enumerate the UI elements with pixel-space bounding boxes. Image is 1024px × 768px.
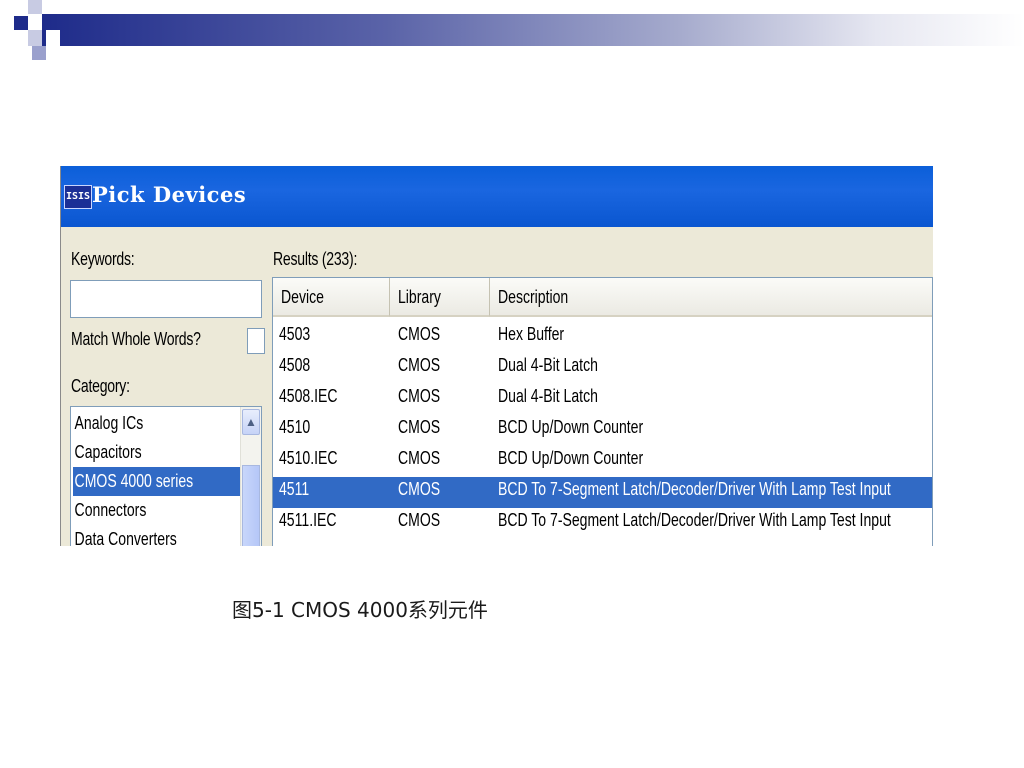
library-cell: CMOS bbox=[398, 479, 441, 499]
category-item-cmos-4000-series[interactable]: CMOS 4000 series bbox=[73, 467, 241, 496]
table-row[interactable]: 4508 CMOS Dual 4-Bit Latch bbox=[273, 353, 932, 384]
device-cell: 4511 bbox=[279, 479, 310, 499]
pick-devices-dialog: ISIS Pick Devices Keywords: Match Whole … bbox=[60, 166, 933, 546]
description-cell: BCD To 7-Segment Latch/Decoder/Driver Wi… bbox=[498, 510, 891, 530]
device-cell: 4503 bbox=[279, 324, 311, 344]
slide-header-decoration bbox=[0, 0, 1024, 60]
category-scrollbar[interactable]: ▲ bbox=[240, 407, 261, 546]
description-cell: Hex Buffer bbox=[498, 324, 565, 344]
device-cell: 4510.IEC bbox=[279, 448, 338, 468]
device-cell: 4510 bbox=[279, 417, 311, 437]
results-table[interactable]: Device Library Description 4503 CMOS Hex… bbox=[272, 277, 933, 546]
device-cell: 4508 bbox=[279, 355, 311, 375]
description-cell: BCD Up/Down Counter bbox=[498, 417, 644, 437]
deco-square bbox=[32, 46, 46, 60]
match-whole-words-label: Match Whole Words? bbox=[71, 329, 201, 349]
scroll-up-arrow-icon[interactable]: ▲ bbox=[242, 409, 260, 435]
deco-square bbox=[28, 30, 42, 46]
keywords-input[interactable] bbox=[70, 280, 262, 318]
device-cell: 4508.IEC bbox=[279, 386, 338, 406]
description-cell: BCD Up/Down Counter bbox=[498, 448, 644, 468]
results-label: Results (233): bbox=[273, 249, 358, 269]
category-listbox[interactable]: Analog ICs Capacitors CMOS 4000 series C… bbox=[70, 406, 262, 546]
category-scroll-thumb[interactable] bbox=[242, 465, 260, 546]
library-cell: CMOS bbox=[398, 324, 441, 344]
isis-app-icon: ISIS bbox=[64, 185, 92, 209]
dialog-title: Pick Devices bbox=[92, 182, 247, 207]
description-cell: Dual 4-Bit Latch bbox=[498, 386, 598, 406]
table-row[interactable]: 4510 CMOS BCD Up/Down Counter bbox=[273, 415, 932, 446]
library-cell: CMOS bbox=[398, 355, 441, 375]
match-whole-words-checkbox[interactable] bbox=[247, 328, 265, 354]
table-row[interactable]: 4511.IEC CMOS BCD To 7-Segment Latch/Dec… bbox=[273, 508, 932, 539]
keywords-label: Keywords: bbox=[71, 249, 135, 269]
library-cell: CMOS bbox=[398, 417, 441, 437]
category-item-connectors[interactable]: Connectors bbox=[73, 496, 241, 525]
deco-square bbox=[60, 0, 78, 14]
category-item-capacitors[interactable]: Capacitors bbox=[73, 438, 241, 467]
library-cell: CMOS bbox=[398, 386, 441, 406]
deco-square bbox=[14, 16, 28, 30]
description-cell: Dual 4-Bit Latch bbox=[498, 355, 598, 375]
description-cell: BCD To 7-Segment Latch/Decoder/Driver Wi… bbox=[498, 479, 891, 499]
device-cell: 4511.IEC bbox=[279, 510, 337, 530]
table-row-selected[interactable]: 4511 CMOS BCD To 7-Segment Latch/Decoder… bbox=[273, 477, 932, 508]
deco-square bbox=[28, 0, 42, 14]
category-item-analog-ics[interactable]: Analog ICs bbox=[73, 409, 241, 438]
library-cell: CMOS bbox=[398, 448, 441, 468]
column-header-library[interactable]: Library bbox=[390, 278, 490, 317]
library-cell: CMOS bbox=[398, 510, 441, 530]
dialog-titlebar[interactable]: ISIS Pick Devices bbox=[61, 166, 933, 227]
table-row[interactable]: 4510.IEC CMOS BCD Up/Down Counter bbox=[273, 446, 932, 477]
category-item-data-converters[interactable]: Data Converters bbox=[73, 525, 241, 546]
column-header-description[interactable]: Description bbox=[490, 278, 932, 317]
category-label: Category: bbox=[71, 376, 130, 396]
deco-square bbox=[46, 30, 60, 46]
table-row[interactable]: 4508.IEC CMOS Dual 4-Bit Latch bbox=[273, 384, 932, 415]
column-header-device[interactable]: Device bbox=[273, 278, 390, 317]
figure-caption: 图5-1 CMOS 4000系列元件 bbox=[232, 598, 488, 622]
header-gradient-bar bbox=[42, 14, 1024, 46]
table-row[interactable]: 4503 CMOS Hex Buffer bbox=[273, 322, 932, 353]
